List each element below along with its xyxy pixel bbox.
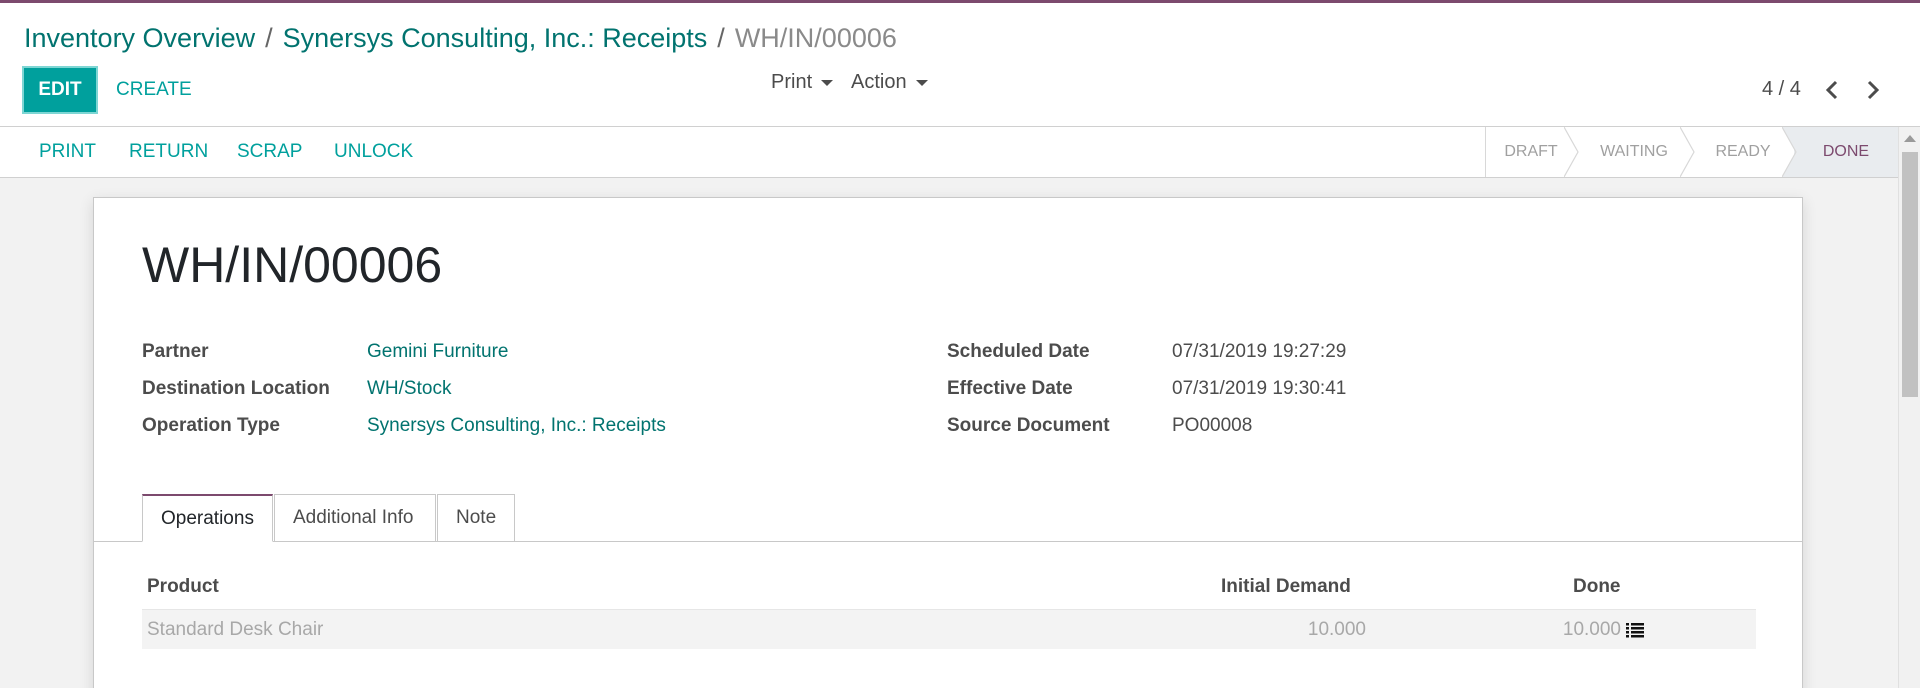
source-document-label: Source Document [947,415,1110,436]
stage-label: DRAFT [1504,143,1558,160]
destination-location-link[interactable]: WH/Stock [367,378,451,400]
done-cell: 10.000 [1562,619,1621,640]
tab-additional-info[interactable]: Additional Info [274,494,436,542]
pager-value[interactable]: 4 / 4 [1762,78,1801,101]
chevron-left-icon [1825,80,1838,100]
effective-date-value: 07/31/2019 19:30:41 [1172,378,1347,399]
scroll-up-arrow-icon[interactable] [1904,135,1916,142]
operation-type-link[interactable]: Synersys Consulting, Inc.: Receipts [367,415,666,437]
stage-waiting[interactable]: WAITING [1576,127,1704,177]
scrap-button[interactable]: SCRAP [237,127,302,177]
table-row[interactable]: Standard Desk Chair 10.000 10.000 [142,609,1756,649]
breadcrumb-current: WH/IN/00006 [734,23,897,53]
stage-label: WAITING [1600,143,1668,160]
breadcrumb-separator: / [717,23,725,53]
column-header-initial-demand[interactable]: Initial Demand [1221,576,1351,598]
operation-type-label: Operation Type [142,415,280,436]
partner-label: Partner [142,341,209,362]
breadcrumb: Inventory Overview / Synersys Consulting, … [24,23,897,54]
edit-button[interactable]: EDIT [22,66,98,114]
control-panel: Inventory Overview / Synersys Consulting, … [0,3,1920,127]
stage-arrow-icon [1680,127,1704,177]
breadcrumb-separator: / [265,23,273,53]
stage-done[interactable]: DONE [1794,127,1898,177]
record-title: WH/IN/00006 [142,237,443,293]
effective-date-label: Effective Date [947,378,1073,399]
breadcrumb-inventory-overview[interactable]: Inventory Overview [24,23,255,53]
create-button[interactable]: CREATE [116,66,192,114]
stage-draft[interactable]: DRAFT [1486,127,1588,177]
destination-location-label: Destination Location [142,378,330,399]
source-document-value: PO00008 [1172,415,1253,436]
stage-arrow-icon [1564,127,1588,177]
pager-next-button[interactable] [1862,77,1884,103]
status-bar: PRINT RETURN SCRAP UNLOCK DRAFT WAITING … [0,127,1898,178]
vertical-scrollbar[interactable] [1898,127,1920,688]
stage-ready[interactable]: READY [1692,127,1806,177]
stage-label: READY [1715,143,1771,160]
form-sheet: WH/IN/00006 Partner Gemini Furniture Des… [93,197,1803,688]
stage-arrow-icon [1782,127,1806,177]
return-button[interactable]: RETURN [129,127,208,177]
product-cell: Standard Desk Chair [147,619,324,640]
scheduled-date-value: 07/31/2019 19:27:29 [1172,341,1347,362]
tab-operations[interactable]: Operations [142,494,273,542]
chevron-right-icon [1867,80,1880,100]
initial-demand-cell: 10.000 [1307,619,1366,640]
tab-note[interactable]: Note [437,494,515,542]
caret-down-icon [821,79,834,86]
stage-pipeline: DRAFT WAITING READY DONE [1485,127,1898,177]
action-dropdown-label: Action [851,71,907,93]
scroll-thumb[interactable] [1902,152,1918,397]
unlock-button[interactable]: UNLOCK [334,127,413,177]
caret-down-icon [915,79,928,86]
scheduled-date-label: Scheduled Date [947,341,1090,362]
column-header-done[interactable]: Done [1573,576,1621,598]
stage-label: DONE [1822,143,1870,160]
column-header-product[interactable]: Product [147,576,219,598]
breadcrumb-receipts[interactable]: Synersys Consulting, Inc.: Receipts [283,23,708,53]
print-dropdown-label: Print [771,71,813,93]
print-dropdown[interactable]: Print [771,71,834,94]
list-detail-icon[interactable] [1626,622,1644,638]
action-dropdown[interactable]: Action [851,71,928,94]
print-button[interactable]: PRINT [39,127,96,177]
partner-link[interactable]: Gemini Furniture [367,341,509,363]
pager-previous-button[interactable] [1821,77,1843,103]
